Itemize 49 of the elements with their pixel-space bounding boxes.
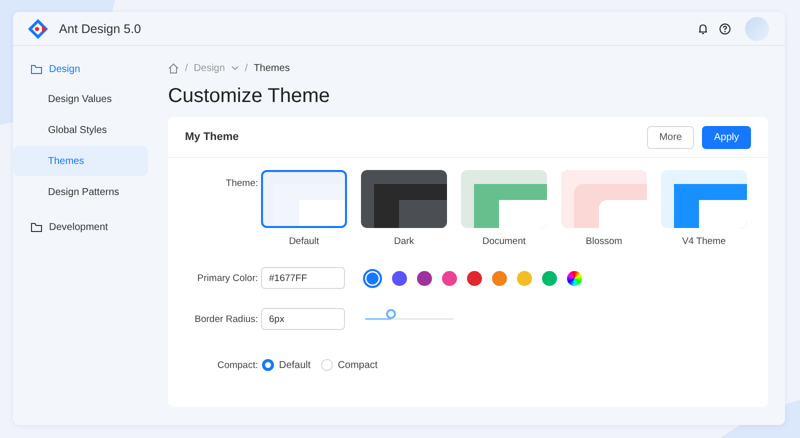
radio-option[interactable]: Default <box>262 359 311 371</box>
logo-icon <box>27 18 49 40</box>
breadcrumb-separator: / <box>244 62 248 74</box>
menu-item[interactable]: Development <box>13 212 148 242</box>
menu-item[interactable]: Design <box>13 54 148 84</box>
folder-icon <box>31 64 42 74</box>
form-label: Primary Color: <box>196 272 259 284</box>
form-label: Compact: <box>216 360 259 370</box>
theme-name: Default <box>288 236 320 247</box>
breadcrumb-item: Themes <box>254 62 290 74</box>
color-swatch[interactable] <box>392 270 407 286</box>
help-icon[interactable] <box>719 22 731 34</box>
color-swatch[interactable] <box>363 268 382 288</box>
form-label: Border Radius: <box>194 314 259 324</box>
color-wheel-swatch[interactable] <box>567 270 582 286</box>
apply-button[interactable]: Apply <box>702 126 751 148</box>
bell-icon[interactable] <box>697 22 709 34</box>
more-button[interactable]: More <box>647 126 694 148</box>
slider-handle[interactable] <box>386 309 396 319</box>
radio-icon[interactable] <box>262 359 274 371</box>
theme-name: Dark <box>394 236 414 247</box>
theme-name: Blossom <box>586 236 622 247</box>
theme-preview[interactable] <box>461 170 547 228</box>
color-swatch[interactable] <box>442 270 457 286</box>
color-swatch[interactable] <box>492 270 507 286</box>
theme-name: V4 Theme <box>682 236 726 247</box>
submenu-item[interactable]: Design Values <box>13 84 148 114</box>
home-icon[interactable] <box>168 62 179 74</box>
chevron-down-icon[interactable] <box>230 66 239 70</box>
color-swatch[interactable] <box>542 270 557 286</box>
form-label: Theme: <box>224 177 259 189</box>
submenu-item[interactable]: Themes <box>13 146 148 176</box>
folder-icon <box>31 222 42 232</box>
theme-preview[interactable] <box>661 170 747 228</box>
app-title: Ant Design 5.0 <box>59 22 142 36</box>
theme-preview[interactable] <box>361 170 447 228</box>
radio-option[interactable]: Compact <box>320 359 378 371</box>
color-swatch[interactable] <box>417 270 432 286</box>
color-swatch[interactable] <box>467 270 482 286</box>
color-input[interactable]: #1677FF <box>261 267 345 289</box>
submenu-item[interactable]: Global Styles <box>13 115 148 145</box>
theme-preview[interactable] <box>261 170 347 228</box>
breadcrumb-separator: / <box>185 62 188 74</box>
page-title: Customize Theme <box>168 85 331 108</box>
submenu-item[interactable]: Design Patterns <box>13 177 148 207</box>
color-swatch[interactable] <box>517 270 532 286</box>
radius-input[interactable]: 6px <box>261 308 345 330</box>
card-title: My Theme <box>185 131 240 143</box>
theme-name: Document <box>482 236 526 247</box>
